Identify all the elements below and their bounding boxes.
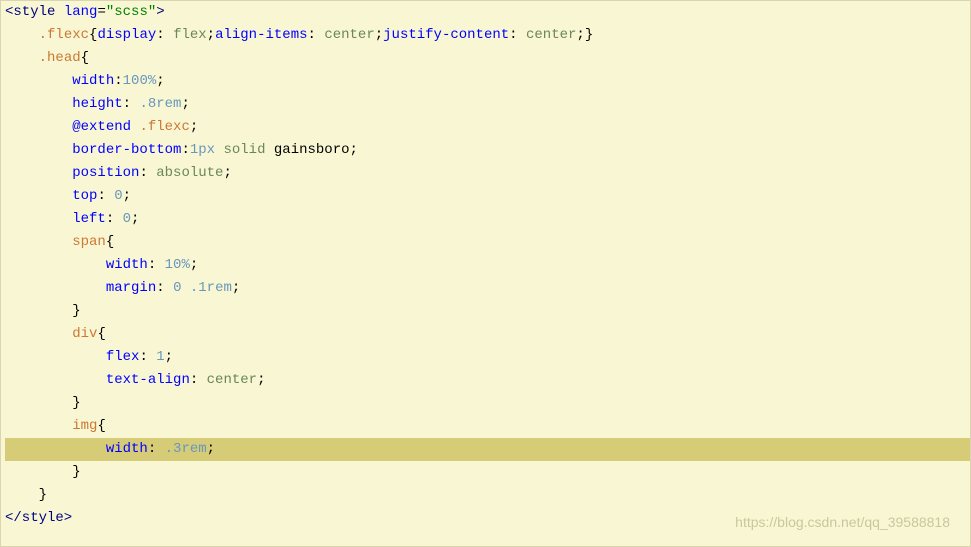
code-line[interactable]: } — [5, 300, 970, 323]
code-line[interactable]: width: 10%; — [5, 254, 970, 277]
code-line[interactable]: @extend .flexc; — [5, 116, 970, 139]
code-line[interactable]: } — [5, 392, 970, 415]
code-line[interactable]: img{ — [5, 415, 970, 438]
code-line[interactable]: span{ — [5, 231, 970, 254]
code-line[interactable]: .flexc{display: flex;align-items: center… — [5, 24, 970, 47]
code-line[interactable]: flex: 1; — [5, 346, 970, 369]
code-line[interactable]: margin: 0 .1rem; — [5, 277, 970, 300]
code-line[interactable]: left: 0; — [5, 208, 970, 231]
code-line[interactable]: div{ — [5, 323, 970, 346]
code-line[interactable]: width:100%; — [5, 70, 970, 93]
code-line[interactable]: <style lang="scss"> — [5, 1, 970, 24]
code-editor[interactable]: <style lang="scss"> .flexc{display: flex… — [1, 1, 970, 530]
code-line[interactable]: } — [5, 461, 970, 484]
code-line[interactable]: top: 0; — [5, 185, 970, 208]
code-line[interactable]: height: .8rem; — [5, 93, 970, 116]
code-line[interactable]: position: absolute; — [5, 162, 970, 185]
watermark-text: https://blog.csdn.net/qq_39588818 — [735, 511, 950, 534]
code-line[interactable]: } — [5, 484, 970, 507]
code-line[interactable]: border-bottom:1px solid gainsboro; — [5, 139, 970, 162]
code-line[interactable]: text-align: center; — [5, 369, 970, 392]
code-line[interactable]: width: .3rem; — [5, 438, 970, 461]
code-line[interactable]: .head{ — [5, 47, 970, 70]
